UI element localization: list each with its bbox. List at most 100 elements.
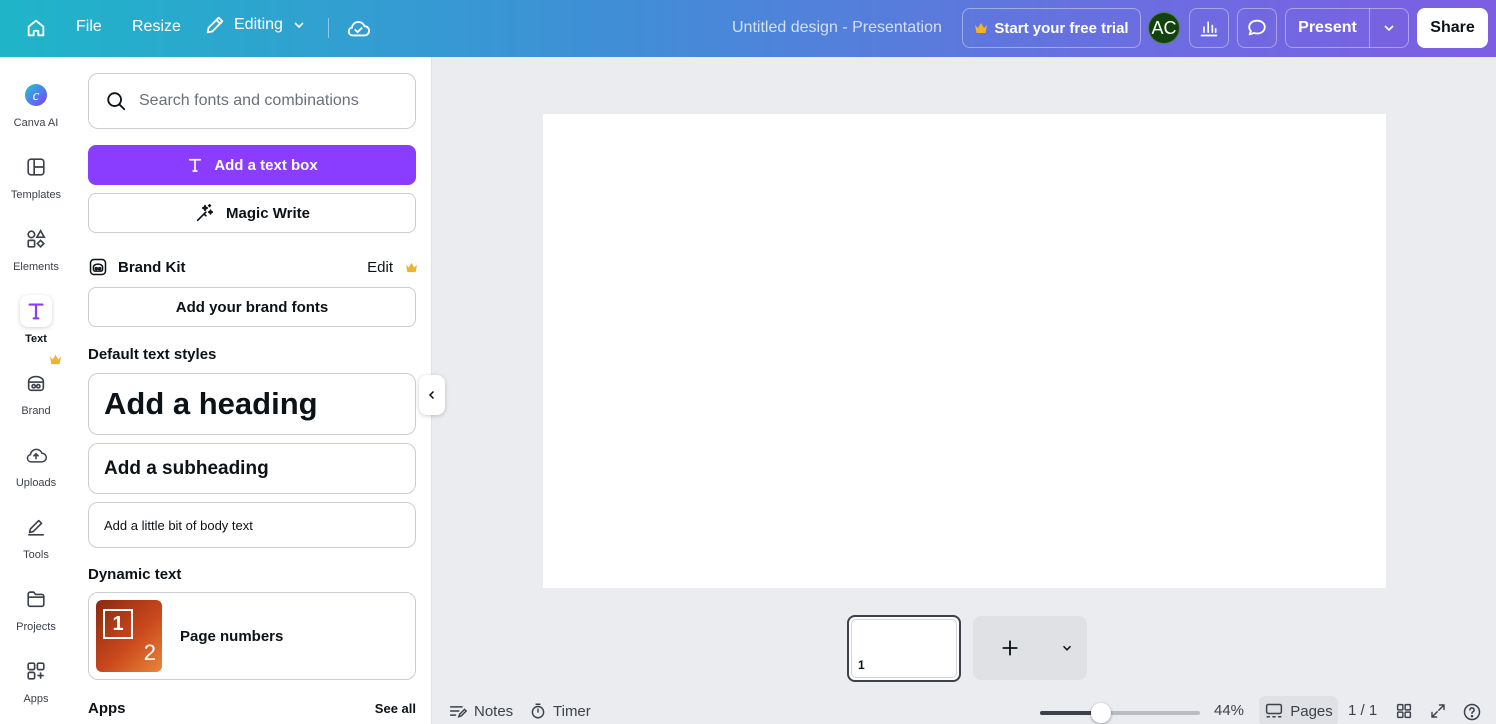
add-body-text-button[interactable]: Add a little bit of body text (88, 502, 416, 548)
rail-item-brand[interactable]: Brand (0, 365, 72, 431)
zoom-level[interactable]: 44% (1214, 702, 1244, 719)
heading-sample: Add a heading (104, 386, 318, 421)
chevron-down-icon (294, 22, 304, 29)
rail-label: Projects (16, 621, 56, 633)
rail-item-projects[interactable]: Projects (0, 581, 72, 647)
add-brand-fonts-button[interactable]: Add your brand fonts (88, 287, 416, 327)
timer-label: Timer (553, 702, 591, 720)
rail-item-elements[interactable]: Elements (0, 221, 72, 287)
save-status-button[interactable] (342, 12, 374, 44)
pencil-icon (206, 16, 224, 34)
help-button[interactable] (1462, 702, 1482, 722)
crown-icon (975, 23, 988, 33)
page-numbers-label: Page numbers (180, 627, 284, 645)
magic-write-button[interactable]: Magic Write (88, 193, 416, 233)
brand-icon (89, 258, 107, 276)
rail-label: Text (25, 333, 47, 345)
rail-item-apps[interactable]: Apps (0, 653, 72, 719)
top-bar: File Resize Editing Untitled design - Pr… (0, 0, 1496, 57)
design-title[interactable]: Untitled design - Presentation (732, 19, 942, 37)
rail-item-templates[interactable]: Templates (0, 149, 72, 215)
home-icon (27, 19, 45, 37)
zoom-slider-handle[interactable] (1090, 703, 1111, 723)
left-rail: c Canva AI Templates Elements Text Brand… (0, 57, 72, 724)
default-styles-heading: Default text styles (88, 346, 217, 363)
notes-label: Notes (474, 702, 514, 720)
file-menu[interactable]: File (76, 18, 102, 36)
apps-icon (20, 655, 52, 687)
plus-icon (1002, 640, 1018, 656)
page-thumbnail-number: 1 (858, 658, 865, 672)
rail-item-tools[interactable]: Tools (0, 509, 72, 575)
brand-kit-row: Brand Kit Edit (88, 255, 418, 279)
add-subheading-button[interactable]: Add a subheading (88, 443, 416, 494)
collapse-panel-button[interactable] (419, 375, 445, 415)
projects-icon (20, 583, 52, 615)
text-icon (20, 295, 52, 327)
brand-kit-label: Brand Kit (118, 258, 186, 276)
resize-button[interactable]: Resize (132, 18, 181, 36)
page-count: 1 / 1 (1348, 702, 1378, 719)
edit-brand-kit-link[interactable]: Edit (367, 259, 418, 276)
search-icon (107, 92, 126, 111)
thumb-number-box: 1 (103, 609, 133, 639)
zoom-slider[interactable] (1040, 703, 1200, 723)
svg-text:c: c (33, 88, 40, 104)
crown-icon (50, 354, 61, 365)
pages-label: Pages (1290, 702, 1333, 720)
templates-icon (20, 151, 52, 183)
rail-label: Tools (23, 549, 49, 561)
brand-icon (20, 367, 52, 399)
present-button[interactable]: Present (1286, 19, 1369, 37)
timer-button[interactable]: Timer (529, 702, 591, 720)
see-all-link[interactable]: See all (375, 701, 416, 716)
timer-icon (531, 703, 545, 719)
chevron-left-icon (428, 390, 435, 400)
text-panel: Add a text box Magic Write Brand Kit Edi… (72, 57, 432, 724)
pages-icon (1266, 703, 1283, 718)
editing-label: Editing (234, 16, 283, 33)
rail-label: Uploads (15, 477, 57, 489)
page-thumbnail[interactable]: 1 (847, 615, 961, 682)
grid-view-button[interactable] (1395, 702, 1413, 720)
divider (328, 18, 329, 38)
search-input[interactable] (139, 92, 399, 110)
add-heading-button[interactable]: Add a heading (88, 373, 416, 435)
thumb-number: 2 (143, 640, 156, 665)
share-button[interactable]: Share (1417, 8, 1488, 48)
add-page-options-button[interactable] (1047, 616, 1087, 680)
page-thumbnail-preview: 1 (851, 619, 957, 678)
crown-icon (406, 262, 417, 272)
rail-item-uploads[interactable]: Uploads (0, 437, 72, 503)
apps-heading: Apps (88, 700, 126, 717)
comments-button[interactable] (1237, 8, 1277, 48)
home-button[interactable] (16, 8, 56, 48)
pages-button[interactable]: Pages (1259, 696, 1338, 724)
body-sample: Add a little bit of body text (104, 517, 253, 533)
notes-button[interactable]: Notes (448, 702, 513, 720)
chevron-down-icon (1062, 645, 1072, 651)
edit-label: Edit (367, 258, 393, 276)
page-numbers-thumbnail: 1 2 (96, 600, 162, 672)
font-search[interactable] (88, 73, 416, 129)
start-trial-button[interactable]: Start your free trial (962, 8, 1141, 48)
add-text-box-button[interactable]: Add a text box (88, 145, 416, 185)
bar-chart-icon (1200, 21, 1218, 37)
dynamic-text-heading: Dynamic text (88, 566, 182, 583)
page-numbers-card[interactable]: 1 2 Page numbers (88, 592, 416, 680)
fullscreen-button[interactable] (1429, 702, 1447, 720)
present-button-group: Present (1285, 8, 1409, 48)
text-icon (189, 158, 202, 172)
avatar[interactable]: AC (1148, 12, 1180, 44)
canva-ai-icon: c (20, 79, 52, 111)
present-options-button[interactable] (1370, 20, 1408, 36)
insights-button[interactable] (1189, 8, 1229, 48)
apps-row: Apps See all (88, 700, 416, 717)
rail-item-text[interactable]: Text (0, 293, 72, 359)
editing-mode-dropdown[interactable]: Editing (204, 14, 307, 36)
chevron-down-icon (1384, 25, 1394, 32)
add-page-button[interactable] (973, 616, 1047, 680)
slide-canvas[interactable] (543, 114, 1386, 588)
rail-item-canva-ai[interactable]: c Canva AI (0, 77, 72, 143)
bottom-bar: Notes Timer 44% Pages 1 / 1 (433, 696, 1496, 724)
